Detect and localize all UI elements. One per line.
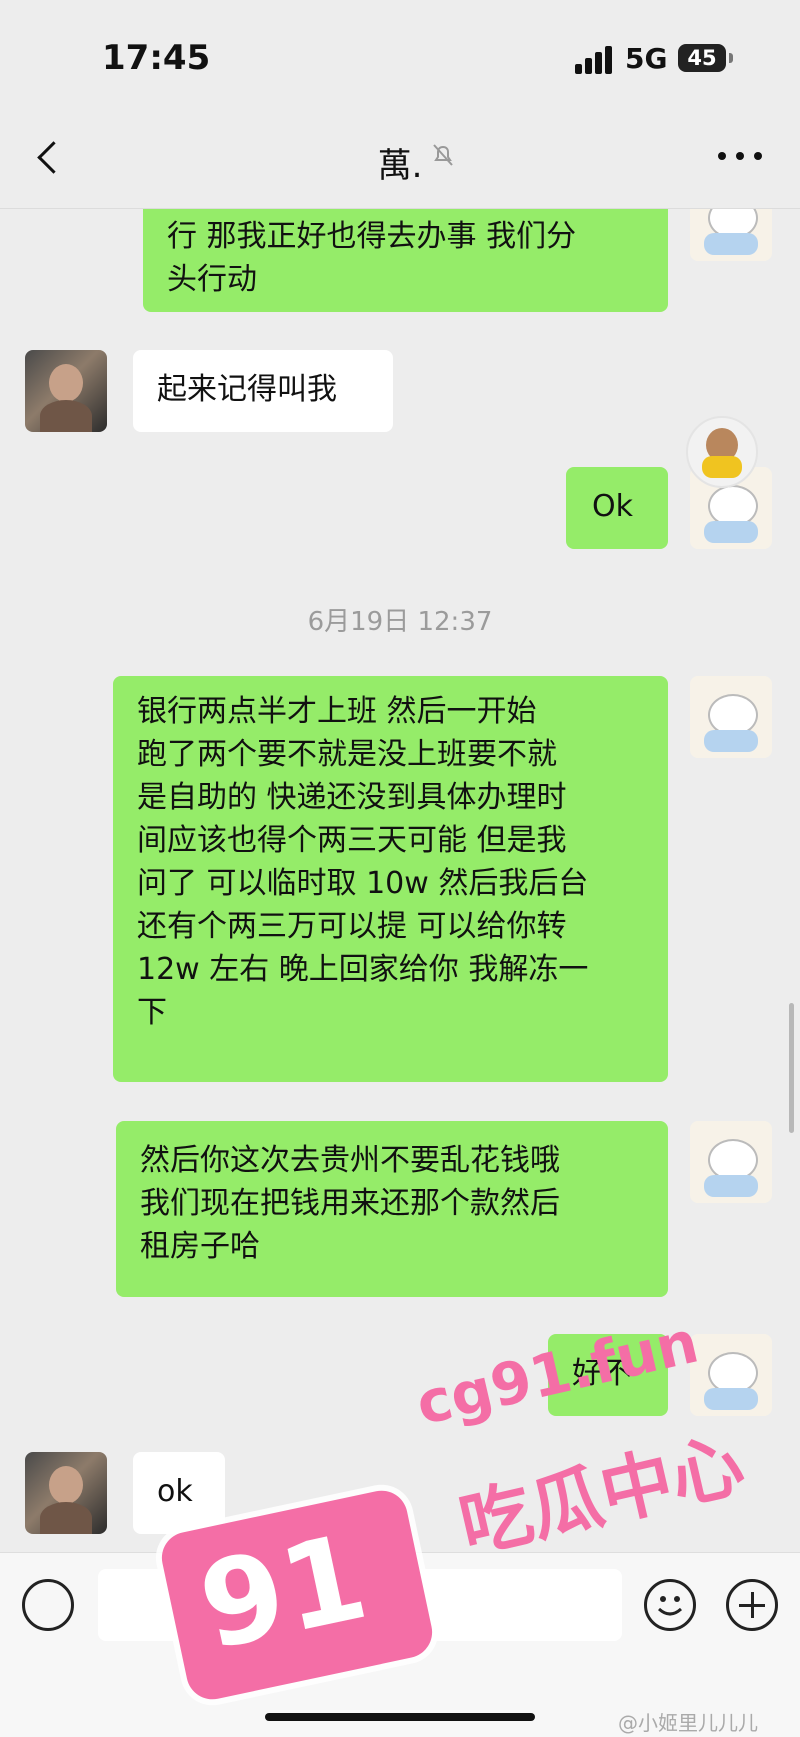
home-indicator — [265, 1713, 535, 1721]
source-credit: @小姬里儿儿儿 — [618, 1711, 758, 1735]
mute-bell-icon — [433, 144, 453, 166]
message-bubble[interactable]: ok — [133, 1452, 225, 1534]
contact-avatar[interactable] — [25, 350, 107, 432]
more-options-icon[interactable] — [718, 152, 768, 172]
my-avatar[interactable] — [690, 1334, 772, 1416]
message-bubble[interactable]: 然后你这次去贵州不要乱花钱哦 我们现在把钱用来还那个款然后 租房子哈 — [116, 1121, 668, 1297]
my-avatar[interactable] — [690, 676, 772, 758]
add-attachment-icon[interactable] — [726, 1579, 778, 1631]
battery-tip — [729, 53, 733, 63]
scrollbar[interactable] — [789, 1003, 794, 1133]
message-bubble[interactable]: 银行两点半才上班 然后一开始 跑了两个要不就是没上班要不就 是自助的 快递还没到… — [113, 676, 668, 1082]
signal-icon — [575, 44, 615, 74]
chat-title: 萬. — [377, 146, 423, 186]
battery-icon: 45 — [678, 44, 726, 72]
status-bar: 17:45 5G 45 — [0, 0, 800, 110]
my-avatar[interactable] — [690, 209, 772, 261]
bee-sticker — [686, 416, 758, 488]
voice-input-icon[interactable] — [22, 1579, 74, 1631]
watermark-number: 91 — [188, 1507, 378, 1677]
emoji-icon[interactable] — [644, 1579, 696, 1631]
status-time: 17:45 — [102, 38, 211, 78]
chat-timestamp: 6月19日 12:37 — [307, 607, 493, 637]
my-avatar[interactable] — [690, 1121, 772, 1203]
message-bubble[interactable]: 起来记得叫我 — [133, 350, 393, 432]
chat-header: 萬. — [0, 110, 800, 209]
message-bubble[interactable]: Ok — [566, 467, 668, 549]
contact-avatar[interactable] — [25, 1452, 107, 1534]
message-bubble[interactable]: 行 那我正好也得去办事 我们分 头行动 — [143, 209, 668, 312]
network-label: 5G — [625, 42, 668, 75]
